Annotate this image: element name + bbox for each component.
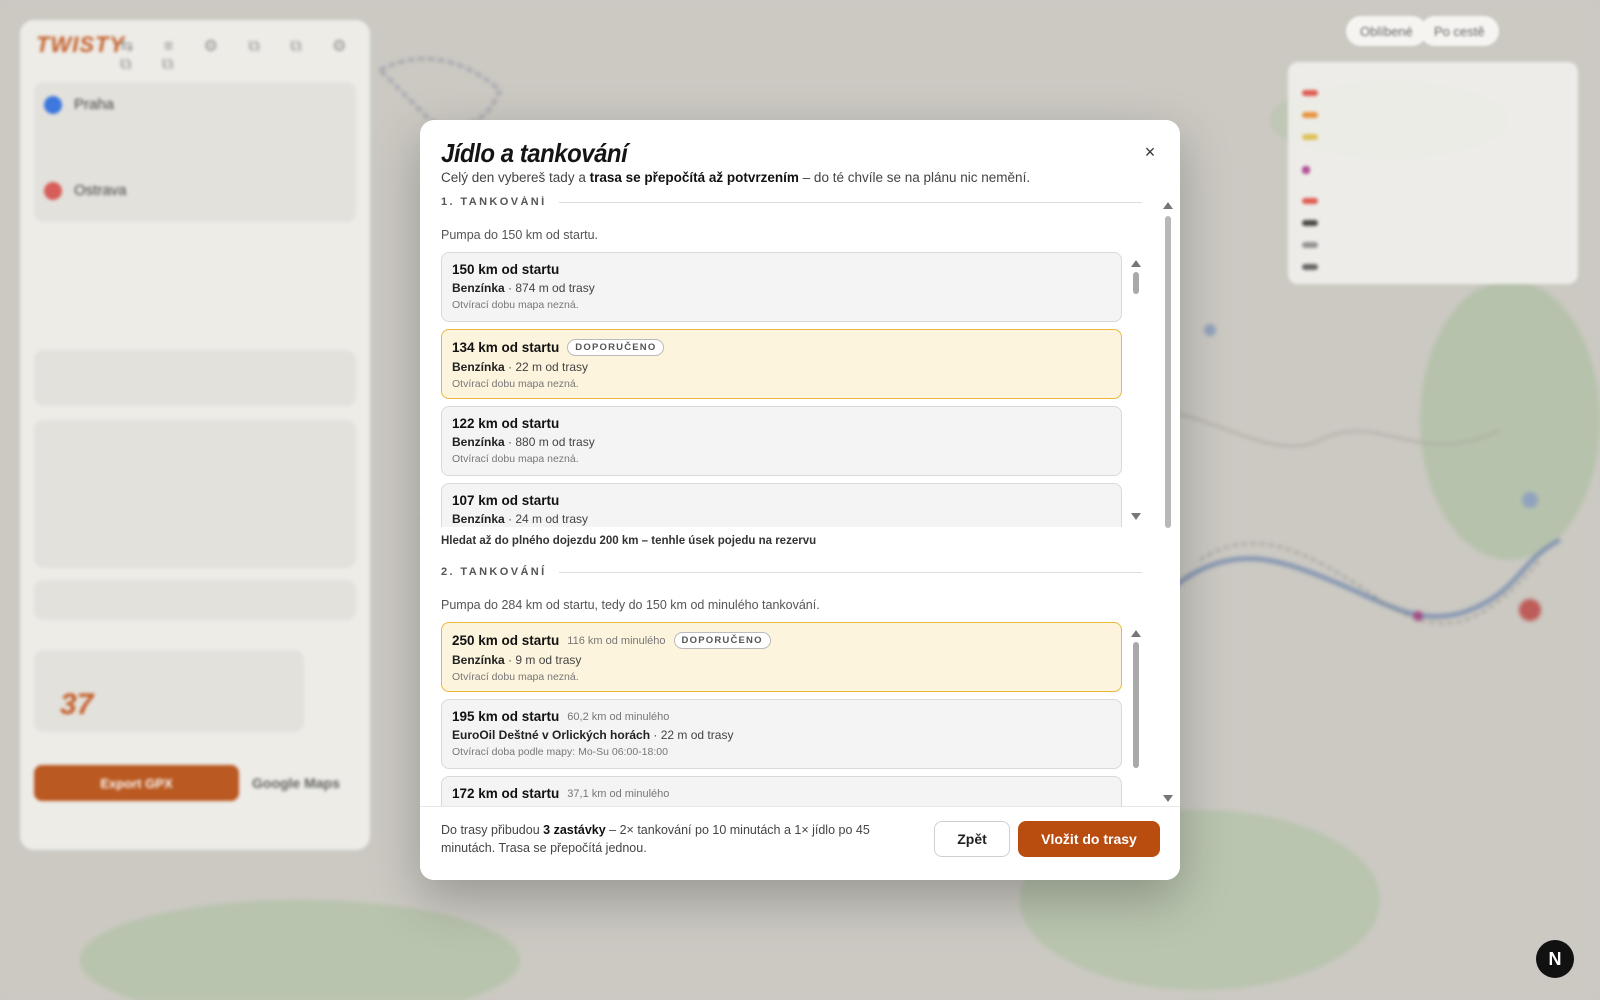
scroll-up-icon[interactable] — [1131, 260, 1141, 267]
info-card-3[interactable] — [34, 580, 356, 620]
end-place[interactable]: Ostrava — [74, 182, 127, 199]
end-dot-icon — [44, 182, 62, 200]
station-hours: Otvírací dobu mapa nezná. — [452, 453, 579, 465]
google-maps-link[interactable]: Google Maps — [252, 775, 340, 791]
station-option[interactable]: 107 km od startu Benzínka · 24 m od tras… — [441, 483, 1122, 527]
section-heading: 2. TANKOVÁNÍ — [441, 566, 1142, 578]
dialog-subtitle: Celý den vybereš tady a trasa se přepočí… — [441, 170, 1031, 185]
score-value: 37 — [60, 688, 94, 721]
section-heading: 1. TANKOVÁNÍ — [441, 196, 1142, 208]
legend-swatch-yellow-icon — [1302, 134, 1318, 140]
legend-swatch-red2-icon — [1302, 198, 1318, 204]
since-last: 116 km od minulého — [567, 634, 666, 647]
dialog-scrollbar[interactable] — [1162, 198, 1174, 806]
station-hours: Otvírací dobu mapa nezná. — [452, 671, 579, 683]
section-description: Pumpa do 150 km od startu. — [441, 228, 599, 242]
scroll-thumb[interactable] — [1133, 272, 1139, 294]
station-list-2[interactable]: 250 km od startu 116 km od minulého DOPORU… — [441, 622, 1142, 806]
station-km: 107 km od startu — [452, 493, 560, 508]
start-dot-icon — [44, 96, 62, 114]
start-place[interactable]: Praha — [74, 96, 114, 113]
station-detail: EuroOil Deštné v Orlických horách · 22 m… — [452, 728, 734, 742]
along-route-pill[interactable]: Po cestě — [1420, 16, 1499, 46]
scroll-thumb[interactable] — [1133, 642, 1139, 768]
summary-note: Do trasy přibudou 3 zastávky – 2× tankov… — [441, 823, 870, 855]
list-scrollbar[interactable] — [1130, 256, 1142, 524]
station-option[interactable]: 150 km od startu Benzínka · 874 m od tra… — [441, 252, 1122, 322]
station-option-recommended[interactable]: 134 km od startu DOPORUČENO Benzínka · 22… — [441, 329, 1122, 399]
station-option[interactable]: 172 km od startu 37,1 km od minulého — [441, 776, 1122, 806]
food-fuel-dialog: Jídlo a tankování × Celý den vybereš tad… — [420, 120, 1180, 880]
station-option[interactable]: 122 km od startu Benzínka · 880 m od tra… — [441, 406, 1122, 476]
favorites-pill[interactable]: Oblíbené — [1346, 16, 1427, 46]
since-last: 37,1 km od minulého — [567, 787, 670, 800]
insert-into-route-button[interactable]: Vložit do trasy — [1018, 821, 1160, 857]
reserve-option-link[interactable]: Hledat až do plného dojezdu 200 km – ten… — [441, 535, 1142, 547]
legend-swatch-dark-icon — [1302, 264, 1318, 270]
station-hours: Otvírací dobu mapa nezná. — [452, 378, 579, 390]
scroll-down-icon[interactable] — [1131, 513, 1141, 520]
scroll-down-icon[interactable] — [1163, 795, 1173, 802]
recommended-badge: DOPORUČENO — [567, 339, 665, 356]
station-detail: Benzínka · 24 m od trasy — [452, 512, 589, 526]
station-items: 150 km od startu Benzínka · 874 m od tra… — [441, 252, 1122, 527]
legend-swatch-black-icon — [1302, 220, 1318, 226]
station-items: 250 km od startu 116 km od minulého DOPORU… — [441, 622, 1122, 806]
station-km: 195 km od startu — [452, 709, 560, 724]
toolbar-icons: ⇆ ≡ ⚙ ⧉ ⧉ ⚙ ⧉ ⧉ — [120, 38, 360, 73]
scroll-up-icon[interactable] — [1131, 630, 1141, 637]
station-option[interactable]: 195 km od startu 60,2 km od minulého Euro… — [441, 699, 1122, 769]
section-description: Pumpa do 284 km od startu, tedy do 150 k… — [441, 598, 820, 612]
route-sidebar: TWISTY ⇆ ≡ ⚙ ⧉ ⧉ ⚙ ⧉ ⧉ Praha Ostrava 37 … — [20, 20, 370, 850]
back-button[interactable]: Zpět — [934, 821, 1010, 857]
station-km: 250 km od startu — [452, 633, 560, 648]
station-hours: Otvírací doba podle mapy: Mo-Su 06:00-18… — [452, 746, 668, 758]
scroll-up-icon[interactable] — [1163, 202, 1173, 209]
station-hours: Otvírací dobu mapa nezná. — [452, 299, 579, 311]
station-detail: Benzínka · 880 m od trasy — [452, 435, 595, 449]
legend-swatch-orange-icon — [1302, 112, 1318, 118]
legend-swatch-red-icon — [1302, 90, 1318, 96]
info-card-1 — [34, 350, 356, 406]
station-list-1[interactable]: 150 km od startu Benzínka · 874 m od tra… — [441, 252, 1142, 527]
dialog-title: Jídlo a tankování — [441, 138, 628, 168]
app-logo: TWISTY — [36, 32, 126, 57]
recommended-badge: DOPORUČENO — [673, 632, 771, 649]
legend-swatch-grey-icon — [1302, 242, 1318, 248]
info-card-2 — [34, 420, 356, 568]
station-km: 150 km od startu — [452, 262, 560, 277]
list-scrollbar[interactable] — [1130, 626, 1142, 806]
waypoints-card: Praha Ostrava — [34, 82, 356, 222]
station-detail: Benzínka · 9 m od trasy — [452, 653, 582, 667]
station-detail: Benzínka · 874 m od trasy — [452, 281, 595, 295]
dialog-footer: Do trasy přibudou 3 zastávky – 2× tankov… — [420, 806, 1180, 880]
export-gpx-button[interactable]: Export GPX — [34, 765, 239, 801]
fuel-section-2: 2. TANKOVÁNÍ Pumpa do 284 km od startu, … — [441, 566, 1142, 806]
map-legend — [1288, 62, 1578, 284]
scroll-thumb[interactable] — [1165, 216, 1171, 528]
close-icon[interactable]: × — [1140, 142, 1160, 162]
station-km: 172 km od startu — [452, 786, 560, 801]
station-option-recommended[interactable]: 250 km od startu 116 km od minulého DOPORU… — [441, 622, 1122, 692]
station-detail: Benzínka · 22 m od trasy — [452, 360, 589, 374]
fuel-section-1: 1. TANKOVÁNÍ Pumpa do 150 km od startu. … — [441, 196, 1142, 547]
station-km: 134 km od startu — [452, 340, 560, 355]
legend-swatch-pink-icon — [1302, 166, 1310, 174]
n-logo-icon[interactable]: N — [1536, 940, 1574, 978]
station-km: 122 km od startu — [452, 416, 560, 431]
since-last: 60,2 km od minulého — [567, 710, 670, 723]
dialog-body[interactable]: 1. TANKOVÁNÍ Pumpa do 150 km od startu. … — [420, 196, 1180, 806]
